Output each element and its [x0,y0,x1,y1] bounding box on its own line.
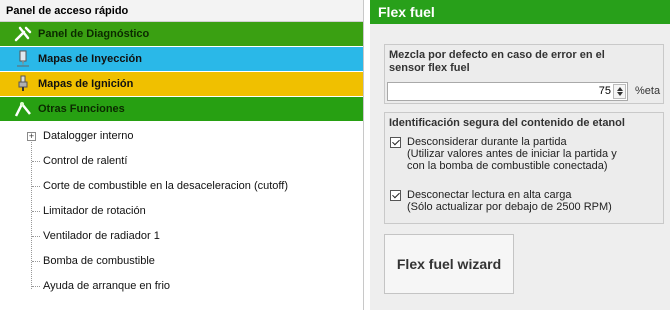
option1-line1: Desconsiderar durante la partida [407,136,567,148]
injector-icon [12,49,34,69]
disregard-during-start-label: Desconsiderar durante la partida (Utiliz… [407,136,617,172]
tree-item-rev-limiter[interactable]: Limitador de rotación [0,199,363,224]
tree-item-label: Corte de combustible en la desaceleracio… [43,180,288,192]
tree-connector [32,286,40,287]
category-other-functions[interactable]: Otras Funciones [0,97,363,122]
category-diagnostic-panel[interactable]: Panel de Diagnóstico [0,22,363,47]
tree-item-fuel-pump[interactable]: Bomba de combustible [0,249,363,274]
ethanol-identification-group: Identificación segura del contenido de e… [384,112,664,224]
tree-item-label: Ayuda de arranque en frio [43,280,170,292]
tree-connector [32,211,40,212]
default-mix-title: Mezcla por defecto en caso de error en e… [389,49,659,75]
tree-item-radiator-fan[interactable]: Ventilador de radiador 1 [0,224,363,249]
tree-item-label: Bomba de combustible [43,255,155,267]
category-label: Panel de Diagnóstico [38,28,150,40]
category-label: Otras Funciones [38,103,125,115]
default-mix-numeric-input[interactable]: 75 [387,82,628,101]
wrench-icon [12,24,34,44]
flex-fuel-panel: Flex fuel Mezcla por defecto en caso de … [370,0,670,310]
tree-item-idle-control[interactable]: Control de ralentí [0,149,363,174]
option1-line3: con la bomba de combustible conectada) [407,160,608,172]
spin-down-icon[interactable] [617,92,623,96]
tree-connector [32,261,40,262]
quick-access-title: Panel de acceso rápido [0,0,363,22]
default-mix-title-line1: Mezcla por defecto en caso de error en e… [389,49,605,61]
tree-item-label: Ventilador de radiador 1 [43,230,160,242]
tree-item-label: Limitador de rotación [43,205,146,217]
disconnect-high-load-option[interactable]: Desconectar lectura en alta carga (Sólo … [390,189,612,213]
default-mix-group: Mezcla por defecto en caso de error en e… [384,44,664,104]
default-mix-title-line2: sensor flex fuel [389,62,470,74]
functions-tree: + Datalogger interno Control de ralentí … [0,122,363,299]
spin-up-icon[interactable] [617,87,623,91]
tree-item-cold-start[interactable]: Ayuda de arranque en frio [0,274,363,299]
option2-line2: (Sólo actualizar por debajo de 2500 RPM) [407,201,612,213]
tree-item-fuel-cutoff[interactable]: Corte de combustible en la desaceleracio… [0,174,363,199]
quick-access-panel: Panel de acceso rápido Panel de Diagnóst… [0,0,364,310]
spark-plug-icon [12,74,34,94]
default-mix-unit: %eta [635,85,661,97]
option1-line2: (Utilizar valores antes de iniciar la pa… [407,148,617,160]
tree-item-label: Datalogger interno [43,130,134,142]
default-mix-value: 75 [598,85,611,97]
tree-item-label: Control de ralentí [43,155,128,167]
tree-item-datalogger[interactable]: + Datalogger interno [0,124,363,149]
ethanol-identification-title: Identificación segura del contenido de e… [389,117,625,129]
tree-connector [32,161,40,162]
disconnect-high-load-checkbox[interactable] [390,190,401,201]
category-label: Mapas de Ignición [38,78,134,90]
option2-line1: Desconectar lectura en alta carga [407,189,572,201]
category-label: Mapas de Inyección [38,53,142,65]
tree-connector [32,186,40,187]
disregard-during-start-option[interactable]: Desconsiderar durante la partida (Utiliz… [390,136,617,172]
disconnect-high-load-label: Desconectar lectura en alta carga (Sólo … [407,189,612,213]
flex-fuel-wizard-button[interactable]: Flex fuel wizard [384,234,514,294]
tree-connector [32,236,40,237]
spin-buttons[interactable] [613,84,626,99]
disregard-during-start-checkbox[interactable] [390,137,401,148]
category-injection-maps[interactable]: Mapas de Inyección [0,47,363,72]
flex-fuel-header: Flex fuel [370,0,670,24]
functions-icon [12,99,34,119]
category-ignition-maps[interactable]: Mapas de Ignición [0,72,363,97]
expand-icon[interactable]: + [27,132,36,141]
